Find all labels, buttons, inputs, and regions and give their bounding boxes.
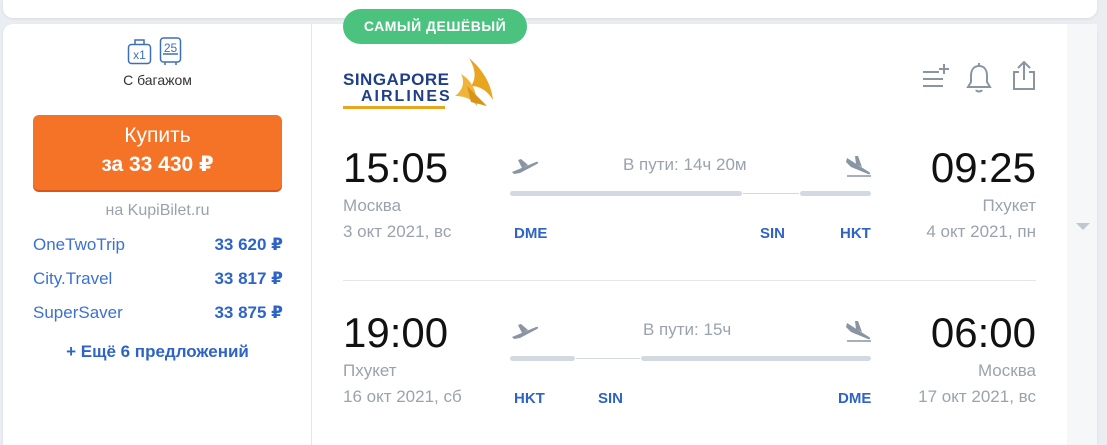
add-to-list-icon[interactable] xyxy=(921,62,951,92)
arrival-time: 06:00 xyxy=(930,309,1036,356)
airport-code: SIN xyxy=(598,390,624,407)
flight-leg-bar xyxy=(800,191,871,196)
plane-takeoff-icon xyxy=(512,324,539,339)
flight-leg-bar xyxy=(641,356,871,361)
offer-name: SuperSaver xyxy=(33,303,123,322)
previous-ticket-card xyxy=(3,0,1097,18)
departure-time: 19:00 xyxy=(343,309,449,356)
plane-takeoff-icon xyxy=(512,159,539,174)
offer-name: City.Travel xyxy=(33,269,113,288)
departure-date: 16 окт 2021, сб xyxy=(343,387,462,406)
departure-city: Москва xyxy=(343,196,402,215)
airport-code: DME xyxy=(514,225,548,242)
arrival-time: 09:25 xyxy=(930,144,1036,191)
buy-panel: x1 25 С багажом Купить за 33 430 ₽ на Ku… xyxy=(3,24,312,445)
offer-price: 33 817 ₽ xyxy=(214,269,283,288)
airport-code: HKT xyxy=(514,390,545,407)
buy-button[interactable]: Купить за 33 430 ₽ xyxy=(33,115,282,190)
offer-price: 33 875 ₽ xyxy=(214,303,283,322)
layover-line xyxy=(576,358,640,359)
baggage-icons: x1 25 xyxy=(127,36,183,66)
arrival-city: Пхукет xyxy=(982,196,1036,215)
flight-segment-outbound: 15:05 Москва 3 окт 2021, вс В пути: 14ч … xyxy=(312,144,1064,274)
ticket-card: x1 25 С багажом Купить за 33 430 ₽ на Ku… xyxy=(3,9,1097,445)
flight-duration: В пути: 15ч xyxy=(643,320,732,339)
baggage-label: С багажом xyxy=(123,72,192,88)
airline-bird-icon xyxy=(455,58,493,106)
departure-city: Пхукет xyxy=(343,361,397,380)
layover-line xyxy=(743,193,799,194)
arrival-date: 17 окт 2021, вс xyxy=(918,387,1036,406)
airport-code: SIN xyxy=(760,225,786,242)
buy-price: за 33 430 ₽ xyxy=(101,153,214,176)
flight-leg-bar xyxy=(510,191,742,196)
suitcase-weight: 25 xyxy=(163,41,178,55)
bell-icon[interactable] xyxy=(965,62,993,94)
segment-divider xyxy=(343,280,1036,281)
more-offers-link[interactable]: + Ещё 6 предложений xyxy=(3,342,312,362)
offer-price: 33 620 ₽ xyxy=(214,235,283,254)
offer-name: OneTwoTrip xyxy=(33,235,125,254)
suitcase-icon: 25 xyxy=(158,36,183,66)
arrival-date: 4 окт 2021, пн xyxy=(926,222,1036,241)
departure-date: 3 окт 2021, вс xyxy=(343,222,452,241)
offer-row[interactable]: OneTwoTrip 33 620 ₽ xyxy=(33,235,283,257)
cheapest-badge: САМЫЙ ДЕШЁВЫЙ xyxy=(343,9,527,44)
plane-landing-icon xyxy=(846,156,871,177)
flight-leg-bar xyxy=(510,356,575,361)
handbag-icon: x1 xyxy=(127,36,152,66)
share-icon[interactable] xyxy=(1010,60,1038,92)
airline-logo: SINGAPORE AIRLINES xyxy=(341,54,501,112)
agency-name: на KupiBilet.ru xyxy=(105,202,210,219)
logo-text-airlines: AIRLINES xyxy=(361,88,452,105)
plane-landing-icon xyxy=(846,321,871,342)
arrival-city: Москва xyxy=(977,361,1036,380)
logo-text-singapore: SINGAPORE xyxy=(343,70,450,89)
airport-code: HKT xyxy=(840,225,871,242)
offer-row[interactable]: SuperSaver 33 875 ₽ xyxy=(33,303,283,325)
flight-duration: В пути: 14ч 20м xyxy=(623,155,747,174)
handbag-count: x1 xyxy=(133,48,146,62)
chevron-down-icon[interactable] xyxy=(1076,223,1090,230)
offer-row[interactable]: City.Travel 33 817 ₽ xyxy=(33,269,283,291)
airport-code: DME xyxy=(838,390,872,407)
flight-segment-return: 19:00 Пхукет 16 окт 2021, сб В пути: 15ч… xyxy=(312,309,1064,439)
expand-details-strip[interactable] xyxy=(1067,24,1097,445)
logo-underline xyxy=(343,106,445,109)
departure-time: 15:05 xyxy=(343,144,449,191)
buy-label: Купить xyxy=(124,124,191,147)
